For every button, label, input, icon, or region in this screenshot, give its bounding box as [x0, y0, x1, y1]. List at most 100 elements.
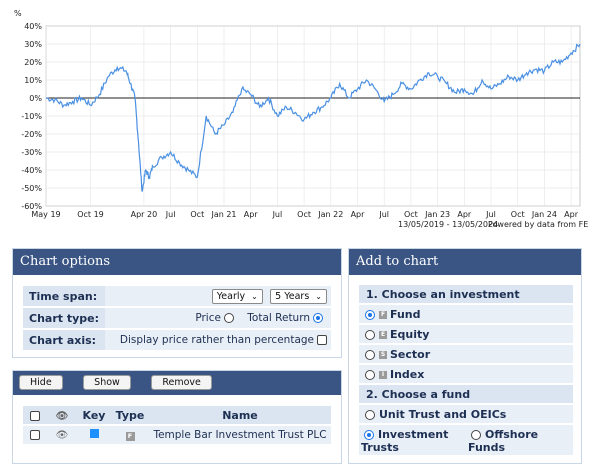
sector-radio[interactable] [365, 350, 375, 360]
sector-type-icon: S [379, 351, 387, 359]
investment-option-sector[interactable]: S Sector [359, 345, 573, 363]
x-tick-label: Jan 22 [317, 210, 343, 219]
y-tick-label: -20% [21, 130, 42, 139]
performance-chart: % 40%30%20%10%0%-10%-20%-30%-40%-50%-60%… [14, 9, 588, 229]
x-tick-label: Oct 19 [77, 210, 104, 219]
x-tick-label: Apr [457, 210, 472, 219]
chart-credit: Powered by data from FE [488, 220, 588, 229]
fund-radio[interactable] [365, 310, 375, 320]
row-visibility-cell: 👁 [47, 426, 77, 444]
remove-button[interactable]: Remove [151, 375, 212, 390]
chart-axis-label: Chart axis: [23, 330, 105, 350]
investment-option-equity[interactable]: E Equity [359, 325, 573, 343]
chart-gridlines [45, 25, 581, 207]
fund-list-panel: Hide Show Remove 👁 Key Type Name 👁 F Tem… [12, 370, 342, 464]
x-tick-label: Apr [564, 210, 579, 219]
fund-table-header: 👁 Key Type Name [23, 406, 331, 424]
x-tick-label: Apr [244, 210, 259, 219]
offshore-funds-radio[interactable] [471, 430, 481, 440]
x-tick-label: Jan 21 [210, 210, 236, 219]
index-type-icon: I [379, 371, 387, 379]
chart-type-label: Chart type: [23, 308, 105, 328]
sector-option-label: Sector [390, 348, 431, 361]
x-tick-label: Jul [272, 210, 283, 219]
series-key-swatch [89, 429, 99, 438]
fund-type-option-offshore[interactable]: Offshore Funds [466, 425, 573, 455]
row-name-cell: Temple Bar Investment Trust PLC [149, 426, 331, 444]
row-checkbox[interactable] [30, 430, 40, 440]
y-tick-label: 10% [24, 76, 42, 85]
fund-type-option-investment-trusts[interactable]: Investment Trusts [359, 425, 466, 455]
display-price-label: Display price rather than percentage [119, 334, 314, 346]
hide-button[interactable]: Hide [19, 375, 63, 390]
index-radio[interactable] [365, 370, 375, 380]
key-column-header: Key [77, 406, 111, 424]
time-span-period-value: 5 Years [275, 290, 310, 302]
add-to-chart-title: Add to chart [349, 249, 581, 275]
time-span-label: Time span: [23, 286, 105, 306]
x-tick-label: Jul [485, 210, 496, 219]
step1-heading: 1. Choose an investment [359, 285, 573, 303]
price-radio[interactable] [223, 313, 234, 323]
name-column-header: Name [149, 406, 331, 424]
total-return-option-label: Total Return [247, 312, 310, 324]
fund-type-option-unit-trust[interactable]: Unit Trust and OEICs [359, 405, 573, 423]
table-row: 👁 F Temple Bar Investment Trust PLC [23, 426, 331, 444]
fund-table: 👁 Key Type Name 👁 F Temple Bar Investmen… [23, 404, 331, 446]
eye-icon[interactable]: 👁 [56, 430, 69, 441]
equity-radio[interactable] [365, 330, 375, 340]
chart-options-table: Time span: Yearly ⌄ 5 Years ⌄ Chart type: … [23, 284, 331, 352]
fund-option-label: Fund [390, 308, 421, 321]
y-axis-labels: 40%30%20%10%0%-10%-20%-30%-40%-50%-60% [21, 22, 42, 211]
row-key-cell [77, 426, 111, 444]
equity-type-icon: E [379, 331, 387, 339]
x-axis-labels: May 19 Oct 19 Apr 20 Jul Oct Jan 21 Apr Jul Oct J… [31, 210, 578, 219]
add-to-chart-panel: Add to chart 1. Choose an investment F Fu… [348, 248, 582, 464]
time-span-row: Time span: Yearly ⌄ 5 Years ⌄ [23, 286, 331, 306]
chart-date-range: 13/05/2019 - 13/05/2024 [398, 220, 498, 229]
x-tick-label: Oct [297, 210, 311, 219]
y-axis-unit: % [14, 9, 22, 18]
time-span-interval-value: Yearly [216, 290, 246, 302]
unit-trust-radio[interactable] [365, 410, 375, 420]
chart-type-row: Chart type: Price Total Return [23, 308, 331, 328]
unit-trust-label: Unit Trust and OEICs [379, 408, 507, 421]
show-button[interactable]: Show [83, 375, 131, 390]
y-tick-label: 40% [24, 22, 42, 31]
investment-option-index[interactable]: I Index [359, 365, 573, 383]
fund-type-badge: F [125, 432, 135, 441]
x-tick-label: Jul [165, 210, 176, 219]
investment-trusts-radio[interactable] [364, 430, 374, 440]
chevron-down-icon: ⌄ [251, 291, 258, 301]
eye-icon: 👁 [55, 410, 69, 422]
x-tick-label: Oct [511, 210, 525, 219]
chart-options-title: Chart options [13, 249, 341, 275]
x-tick-label: Jul [378, 210, 389, 219]
visibility-header: 👁 [47, 406, 77, 424]
y-tick-label: -50% [21, 184, 42, 193]
display-price-checkbox[interactable] [317, 335, 327, 345]
select-all-checkbox[interactable] [30, 410, 40, 421]
row-type-cell: F [111, 426, 149, 444]
time-span-interval-select[interactable]: Yearly ⌄ [211, 288, 263, 304]
time-span-period-select[interactable]: 5 Years ⌄ [270, 288, 327, 304]
x-tick-label: Apr 20 [131, 210, 158, 219]
time-span-controls: Yearly ⌄ 5 Years ⌄ [105, 286, 331, 306]
index-option-label: Index [390, 368, 425, 381]
chart-series-line [45, 43, 581, 192]
x-tick-label: Jan 23 [424, 210, 450, 219]
x-tick-label: Oct [404, 210, 418, 219]
y-tick-label: -30% [21, 148, 42, 157]
x-tick-label: Oct [190, 210, 204, 219]
investment-option-fund[interactable]: F Fund [359, 305, 573, 323]
total-return-radio[interactable] [313, 313, 323, 323]
row-select-cell [23, 426, 47, 444]
chevron-down-icon: ⌄ [315, 291, 322, 301]
x-tick-label: Jan 24 [531, 210, 557, 219]
y-tick-label: 0% [29, 94, 42, 103]
chart-type-controls: Price Total Return [105, 308, 331, 328]
type-column-header: Type [111, 406, 149, 424]
price-option-label: Price [195, 312, 221, 324]
fund-type-icon: F [379, 311, 387, 319]
equity-option-label: Equity [390, 328, 430, 341]
